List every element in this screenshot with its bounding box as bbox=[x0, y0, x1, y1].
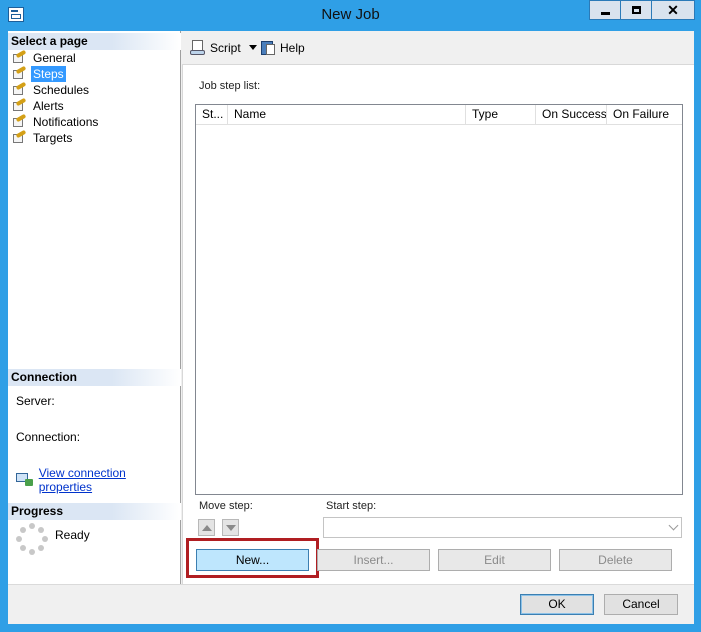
delete-step-button[interactable]: Delete bbox=[559, 549, 672, 571]
title-bar[interactable]: New Job ✕ bbox=[0, 0, 701, 30]
insert-step-button[interactable]: Insert... bbox=[317, 549, 430, 571]
progress-heading: Progress bbox=[8, 503, 181, 520]
job-step-list-label: Job step list: bbox=[199, 80, 261, 92]
page-item-label: Steps bbox=[31, 66, 66, 82]
page-item-schedules[interactable]: Schedules bbox=[12, 81, 91, 98]
move-step-label: Move step: bbox=[199, 500, 253, 512]
arrow-up-icon bbox=[201, 524, 212, 531]
page-settings-icon bbox=[12, 113, 27, 128]
edit-step-button[interactable]: Edit bbox=[438, 549, 551, 571]
chevron-down-icon[interactable] bbox=[248, 45, 257, 50]
select-page-heading: Select a page bbox=[8, 33, 181, 50]
move-step-up-button[interactable] bbox=[198, 519, 215, 536]
page-settings-icon bbox=[12, 97, 27, 112]
page-item-label: Schedules bbox=[33, 83, 90, 97]
maximize-icon bbox=[631, 6, 641, 14]
dialog-footer: OK Cancel bbox=[8, 584, 694, 624]
server-label: Server: bbox=[16, 394, 55, 408]
highlight-box bbox=[186, 538, 319, 578]
column-header-step[interactable]: St... bbox=[196, 105, 228, 124]
progress-status: Ready bbox=[55, 528, 90, 542]
column-header-name[interactable]: Name bbox=[228, 105, 466, 124]
grid-header: St... Name Type On Success On Failure bbox=[196, 105, 682, 125]
help-icon bbox=[260, 40, 276, 56]
start-step-dropdown[interactable] bbox=[323, 517, 682, 538]
page-settings-icon bbox=[12, 49, 27, 64]
page-item-label: Targets bbox=[33, 131, 73, 145]
maximize-button[interactable] bbox=[620, 0, 652, 20]
ok-button[interactable]: OK bbox=[520, 594, 594, 615]
close-button[interactable]: ✕ bbox=[651, 0, 695, 20]
connection-properties-icon bbox=[16, 473, 34, 487]
chevron-down-icon bbox=[668, 520, 679, 531]
view-connection-properties-link[interactable]: View connection properties bbox=[16, 466, 180, 494]
script-icon bbox=[190, 40, 206, 55]
page-item-targets[interactable]: Targets bbox=[12, 129, 74, 146]
steps-panel: Job step list: St... Name Type On Succes… bbox=[182, 64, 694, 584]
minimize-button[interactable] bbox=[589, 0, 621, 20]
page-item-notifications[interactable]: Notifications bbox=[12, 113, 100, 130]
left-pane: Select a page General Steps Schedules Al… bbox=[8, 31, 181, 584]
move-step-down-button[interactable] bbox=[222, 519, 239, 536]
column-header-type[interactable]: Type bbox=[466, 105, 536, 124]
page-item-steps[interactable]: Steps bbox=[12, 65, 66, 82]
page-item-alerts[interactable]: Alerts bbox=[12, 97, 66, 114]
close-icon: ✕ bbox=[667, 2, 679, 18]
column-header-on-failure[interactable]: On Failure bbox=[607, 105, 682, 124]
script-button[interactable]: Script bbox=[190, 39, 257, 56]
page-settings-icon bbox=[12, 65, 27, 80]
page-settings-icon bbox=[12, 81, 27, 96]
page-item-label: Notifications bbox=[33, 115, 99, 129]
toolbar: Script Help bbox=[182, 31, 694, 64]
help-button[interactable]: Help bbox=[260, 39, 305, 56]
page-settings-icon bbox=[12, 129, 27, 144]
page-item-general[interactable]: General bbox=[12, 49, 78, 66]
arrow-down-icon bbox=[225, 524, 236, 531]
column-header-on-success[interactable]: On Success bbox=[536, 105, 607, 124]
help-label: Help bbox=[280, 40, 305, 55]
view-connection-properties-text[interactable]: View connection properties bbox=[39, 466, 180, 494]
dialog-client-area: Select a page General Steps Schedules Al… bbox=[8, 31, 694, 624]
connection-label: Connection: bbox=[16, 430, 81, 444]
new-job-window: New Job ✕ Select a page General Steps Sc… bbox=[0, 0, 701, 632]
progress-spinner-icon bbox=[16, 523, 48, 555]
page-item-label: General bbox=[33, 51, 76, 65]
script-label: Script bbox=[210, 40, 241, 55]
minimize-icon bbox=[600, 12, 610, 15]
start-step-label: Start step: bbox=[326, 500, 377, 512]
cancel-button[interactable]: Cancel bbox=[604, 594, 678, 615]
window-controls: ✕ bbox=[589, 0, 695, 20]
job-step-grid[interactable]: St... Name Type On Success On Failure bbox=[195, 104, 683, 495]
connection-heading: Connection bbox=[8, 369, 181, 386]
page-item-label: Alerts bbox=[33, 99, 64, 113]
